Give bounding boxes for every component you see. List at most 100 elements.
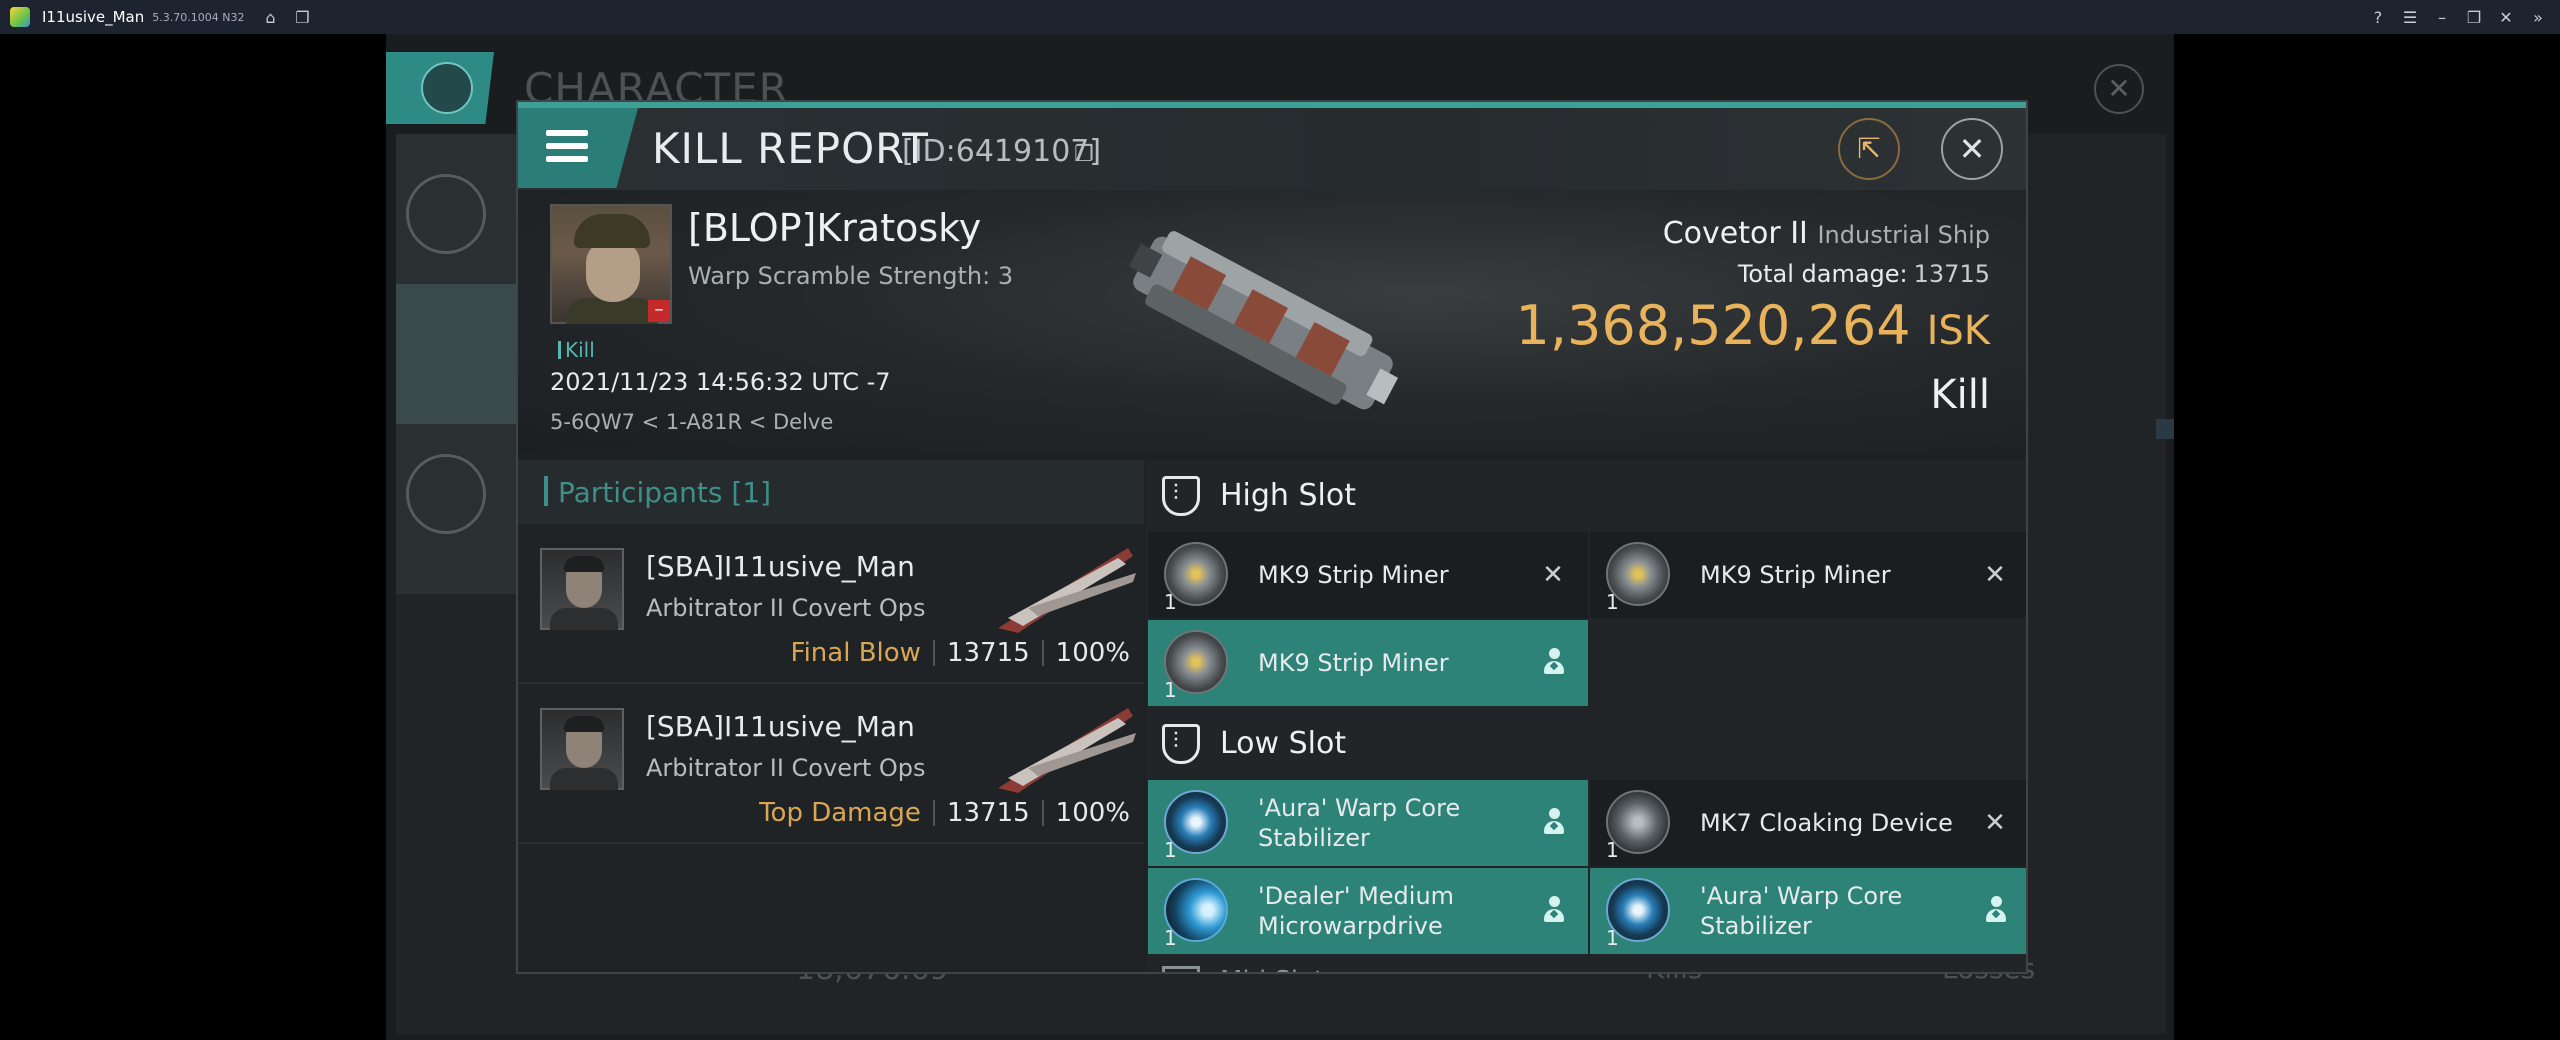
module-item[interactable]: 1 'Aura' Warp Core Stabilizer	[1590, 868, 2026, 954]
participant-avatar[interactable]	[540, 548, 624, 630]
participant-row[interactable]: [SBA]I11usive_Man Arbitrator II Covert O…	[518, 684, 1144, 844]
ship-class: Industrial Ship	[1817, 221, 1990, 249]
participant-name[interactable]: [SBA]I11usive_Man	[646, 550, 915, 583]
close-icon[interactable]: ✕	[2492, 3, 2520, 31]
covetor-ship-image[interactable]	[1108, 198, 1418, 448]
high-slot-icon	[1162, 476, 1200, 516]
module-name: 'Aura' Warp Core Stabilizer	[1258, 794, 1461, 852]
app-logo-icon	[10, 7, 30, 27]
standing-badge-icon: –	[648, 300, 670, 322]
destroyed-icon: ✕	[1984, 560, 2006, 590]
isk-value: 1,368,520,264 ISK	[1516, 294, 1990, 357]
close-button[interactable]: ✕	[1941, 118, 2003, 180]
isk-amount: 1,368,520,264	[1515, 294, 1911, 357]
ship-name[interactable]: Covetor II Industrial Ship	[1663, 216, 1990, 251]
participant-name[interactable]: [SBA]I11usive_Man	[646, 710, 915, 743]
close-icon: ✕	[1958, 130, 1986, 168]
module-name: MK7 Cloaking Device	[1700, 809, 1953, 837]
home-icon[interactable]: ⌂	[256, 3, 284, 31]
module-item[interactable]: 1 MK9 Strip Miner	[1148, 620, 1588, 706]
bg-star-icon[interactable]	[406, 454, 486, 534]
participant-ship: Arbitrator II Covert Ops	[646, 754, 926, 782]
help-icon[interactable]: ?	[2364, 3, 2392, 31]
arbitrator-ship-image	[998, 708, 1136, 793]
high-slot-modules: 1 MK9 Strip Miner ✕ 1 MK9 Strip Miner ✕ …	[1146, 532, 2026, 708]
damage-percent: 100%	[1055, 798, 1130, 828]
module-quantity: 1	[1164, 590, 1177, 614]
module-quantity: 1	[1606, 838, 1619, 862]
expand-icon[interactable]: »	[2524, 3, 2552, 31]
emulator-titlebar: I11usive_Man 5.3.70.1004 N32 ⌂ ❐ ? ☰ – ❐…	[0, 0, 2560, 34]
menu-button[interactable]	[518, 108, 638, 188]
participants-panel: Participants [1] [SBA]I11usive_Man Arbit…	[518, 460, 1144, 972]
bg-menu-button[interactable]	[386, 52, 494, 124]
destroyed-icon: ✕	[1984, 808, 2006, 838]
low-slot-modules: 1 'Aura' Warp Core Stabilizer 1 MK7 Cloa…	[1146, 780, 2026, 956]
blow-label: Top Damage	[759, 798, 921, 828]
dialog-header: KILL REPORT [ID:6419107] ❐ ⇱ ✕	[518, 108, 2026, 190]
module-item[interactable]: 1 'Dealer' Medium Microwarpdrive	[1148, 868, 1588, 954]
participant-stats: Final Blow 13715 100%	[791, 638, 1130, 668]
module-item[interactable]: 1 MK7 Cloaking Device ✕	[1590, 780, 2026, 866]
dropped-person-icon	[1984, 896, 2008, 924]
menu-icon[interactable]: ☰	[2396, 3, 2424, 31]
damage-value: 13715	[946, 638, 1030, 668]
module-item[interactable]: 1 MK9 Strip Miner ✕	[1148, 532, 1588, 618]
hamburger-icon	[546, 130, 588, 169]
result-label: Kill	[1930, 372, 1990, 418]
participant-ship: Arbitrator II Covert Ops	[646, 594, 926, 622]
copy-icon[interactable]: ❐	[1074, 142, 1094, 167]
high-slot-header: High Slot	[1146, 460, 2026, 532]
fitting-panel: High Slot 1 MK9 Strip Miner ✕ 1 MK9 Stri…	[1146, 460, 2026, 972]
divider	[932, 800, 935, 826]
participant-row[interactable]: [SBA]I11usive_Man Arbitrator II Covert O…	[518, 524, 1144, 684]
kill-report-dialog: KILL REPORT [ID:6419107] ❐ ⇱ ✕ – [BLOP]K…	[516, 100, 2028, 974]
isk-unit: ISK	[1926, 308, 1990, 354]
kill-tag: Kill	[558, 338, 595, 362]
victim-summary: – [BLOP]Kratosky Warp Scramble Strength:…	[518, 190, 2026, 452]
total-damage-value: 13715	[1913, 260, 1990, 288]
bg-tag	[2156, 419, 2174, 439]
participants-header-label: Participants [1]	[558, 476, 772, 509]
dropped-person-icon	[1542, 808, 1566, 836]
victim-name[interactable]: [BLOP]Kratosky	[688, 206, 981, 250]
low-slot-header: Low Slot	[1146, 708, 2026, 780]
participant-stats: Top Damage 13715 100%	[759, 798, 1130, 828]
module-item[interactable]: 1 'Aura' Warp Core Stabilizer	[1148, 780, 1588, 866]
module-name: MK9 Strip Miner	[1258, 561, 1449, 589]
selected-side-tab[interactable]	[396, 284, 516, 424]
blow-label: Final Blow	[790, 638, 921, 668]
restore-icon[interactable]: ❐	[2460, 3, 2488, 31]
dropped-person-icon	[1542, 648, 1566, 676]
ship-name-text: Covetor II	[1662, 216, 1808, 251]
kill-datetime: 2021/11/23 14:56:32 UTC -7	[550, 368, 891, 396]
share-button[interactable]: ⇱	[1838, 118, 1900, 180]
module-quantity: 1	[1164, 678, 1177, 702]
kill-location[interactable]: 5-6QW7 < 1-A81R < Delve	[550, 410, 833, 434]
module-quantity: 1	[1606, 590, 1619, 614]
module-quantity: 1	[1606, 926, 1619, 950]
app-version: 5.3.70.1004 N32	[152, 10, 245, 24]
high-slot-title: High Slot	[1220, 478, 1356, 513]
bg-menu-icon[interactable]	[406, 174, 486, 254]
window-title: I11usive_Man	[42, 8, 145, 26]
bg-close-icon[interactable]: ✕	[2094, 64, 2144, 114]
low-slot-title: Low Slot	[1220, 726, 1347, 761]
dialog-title: KILL REPORT	[652, 124, 929, 173]
multi-window-icon[interactable]: ❐	[288, 3, 316, 31]
report-id: [ID:6419107]	[902, 134, 1102, 169]
module-name: 'Aura' Warp Core Stabilizer	[1700, 882, 1903, 940]
module-quantity: 1	[1164, 838, 1177, 862]
minimize-icon[interactable]: –	[2428, 3, 2456, 31]
damage-value: 13715	[946, 798, 1030, 828]
module-quantity: 1	[1164, 926, 1177, 950]
module-item[interactable]: 1 MK9 Strip Miner ✕	[1590, 532, 2026, 618]
dropped-person-icon	[1542, 896, 1566, 924]
share-icon: ⇱	[1857, 132, 1881, 165]
empty-slot	[1590, 620, 2026, 706]
participant-avatar[interactable]	[540, 708, 624, 790]
damage-percent: 100%	[1055, 638, 1130, 668]
total-damage-label: Total damage:	[1737, 260, 1908, 288]
destroyed-icon: ✕	[1542, 560, 1564, 590]
mid-slot-header: Mid Slot	[1146, 956, 2026, 972]
